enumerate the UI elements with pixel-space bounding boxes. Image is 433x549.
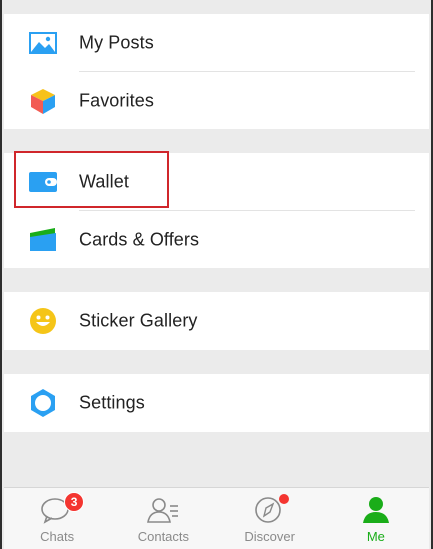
- tab-me[interactable]: Me: [323, 488, 429, 549]
- menu-item-sticker-gallery[interactable]: Sticker Gallery: [4, 292, 429, 350]
- top-group-edge: [4, 0, 429, 13]
- person-icon: [359, 495, 393, 525]
- bottom-tab-bar: 3 Chats Contacts Discover Me: [4, 487, 429, 549]
- tab-label: Chats: [40, 529, 75, 544]
- wallet-highlight-box: [14, 151, 169, 208]
- contacts-icon: [146, 495, 180, 525]
- unread-badge: 3: [64, 492, 85, 512]
- photo-album-icon: [28, 28, 58, 58]
- menu-group-stickers: Sticker Gallery: [4, 292, 429, 350]
- menu-item-label: Settings: [79, 392, 145, 413]
- tab-discover[interactable]: Discover: [217, 488, 323, 549]
- menu-item-settings[interactable]: Settings: [4, 374, 429, 432]
- tab-contacts[interactable]: Contacts: [110, 488, 216, 549]
- chat-bubble-icon: 3: [40, 492, 85, 525]
- app-frame: My Posts Favorites Wallet Cards & Offers…: [0, 0, 433, 549]
- new-dot: [278, 494, 289, 504]
- menu-group-posts: My Posts Favorites: [4, 14, 429, 129]
- card-icon: [28, 225, 58, 255]
- tab-chats[interactable]: 3 Chats: [4, 488, 110, 549]
- menu-item-cards-offers[interactable]: Cards & Offers: [4, 211, 429, 269]
- compass-icon: [253, 494, 289, 525]
- menu-item-my-posts[interactable]: My Posts: [4, 14, 429, 72]
- cube-icon: [28, 86, 58, 116]
- menu-item-label: My Posts: [79, 32, 154, 53]
- menu-group-settings: Settings: [4, 374, 429, 432]
- tab-label: Contacts: [137, 529, 190, 544]
- tab-label: Discover: [244, 529, 295, 544]
- smiley-icon: [28, 306, 58, 336]
- menu-item-label: Cards & Offers: [79, 229, 200, 250]
- tab-label: Me: [366, 529, 385, 544]
- menu-item-label: Sticker Gallery: [79, 310, 198, 331]
- menu-item-label: Favorites: [79, 90, 154, 111]
- menu-item-favorites[interactable]: Favorites: [4, 72, 429, 130]
- gear-icon: [28, 388, 58, 418]
